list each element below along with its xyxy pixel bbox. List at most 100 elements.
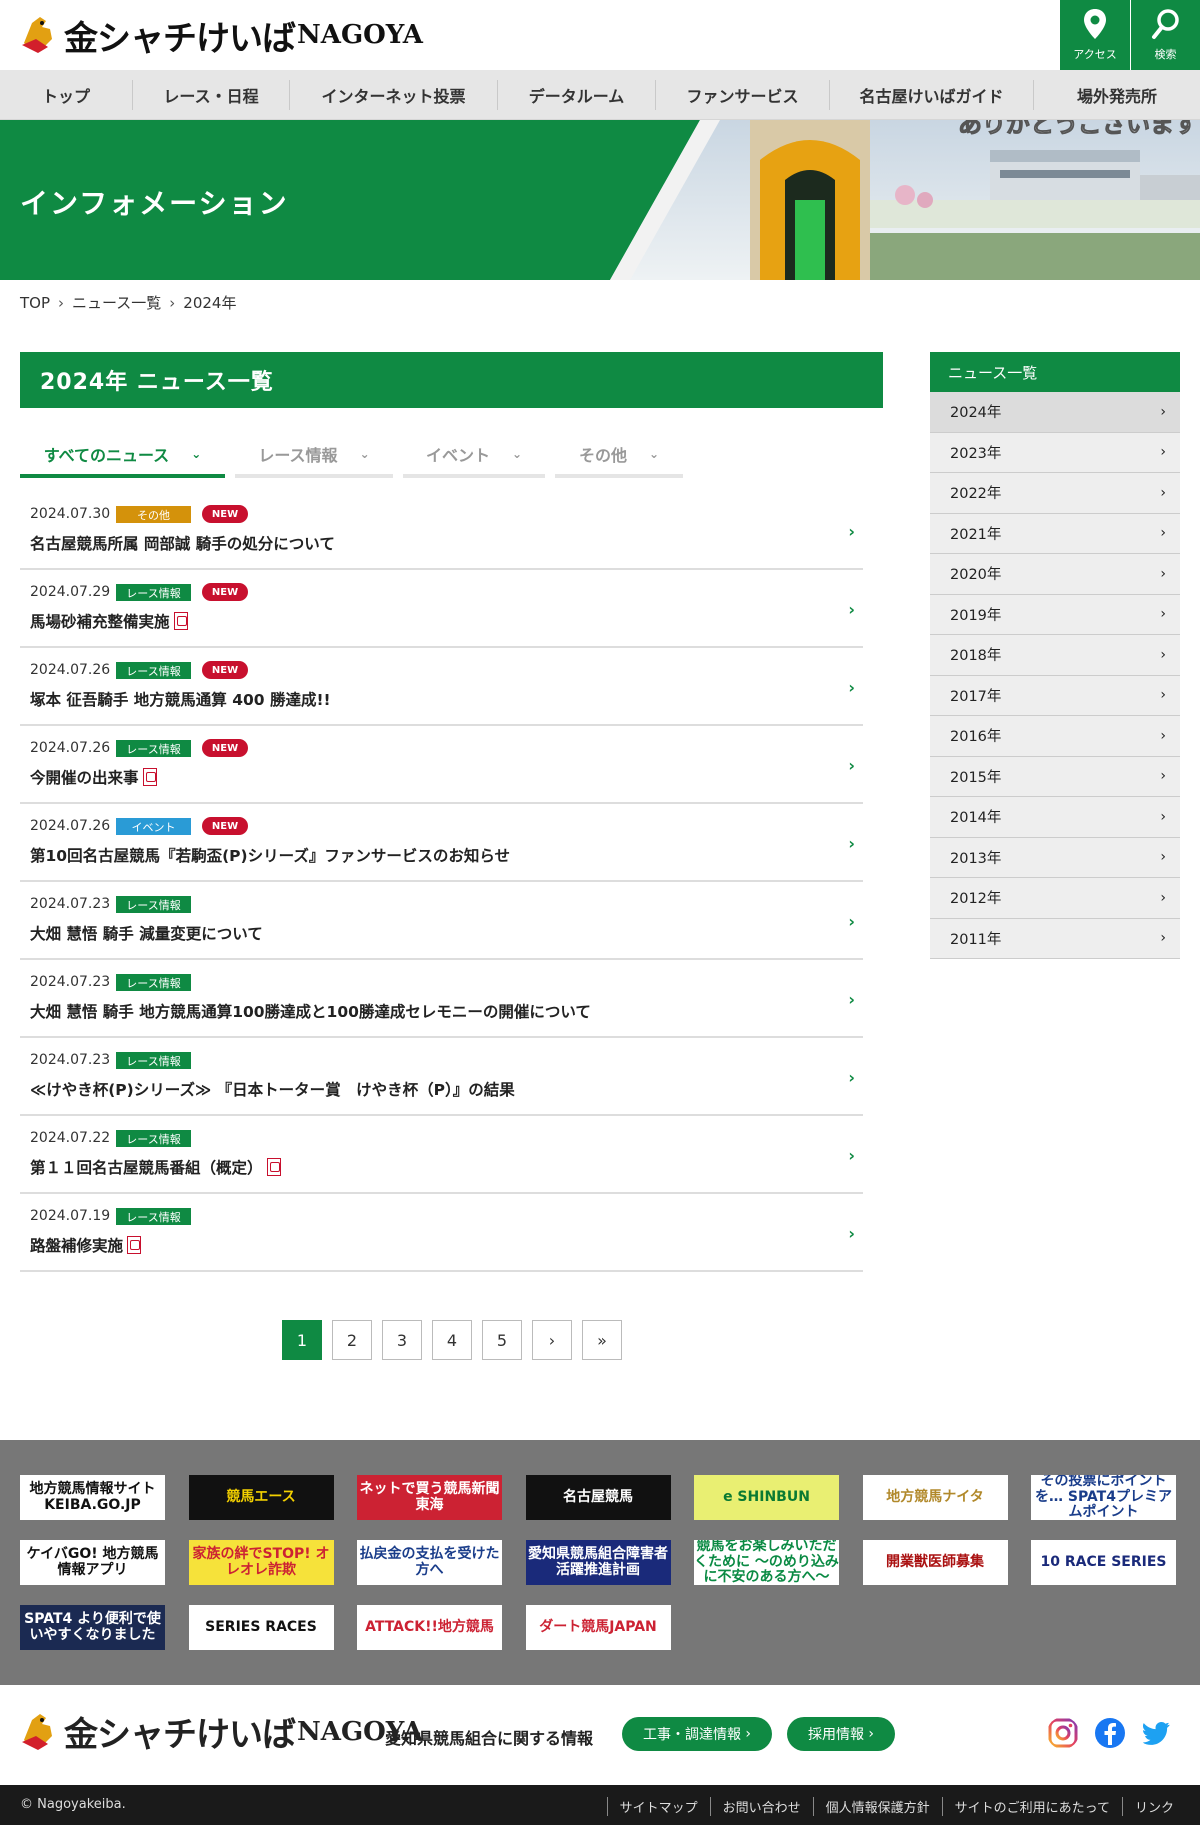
nav-guide[interactable]: 名古屋けいばガイド: [830, 79, 1034, 110]
banner-link[interactable]: 愛知県競馬組合障害者活躍推進計画: [525, 1540, 671, 1585]
footer-link-terms[interactable]: サイトのご利用にあたって: [941, 1797, 1122, 1816]
footer-link-privacy[interactable]: 個人情報保護方針: [812, 1797, 942, 1816]
last-page-button[interactable]: »: [582, 1320, 622, 1360]
year-label: 2018年: [950, 648, 1002, 665]
year-label: 2023年: [950, 445, 1002, 462]
search-button[interactable]: 検索: [1131, 0, 1200, 70]
pagination: 1 2 3 4 5 ›»: [282, 1320, 632, 1360]
news-item[interactable]: 2024.07.26 レース情報 NEW 塚本 征吾騎手 地方競馬通算 400 勝達成…: [20, 648, 863, 726]
nav-data-room[interactable]: データルーム: [498, 79, 656, 110]
banner-link[interactable]: ダート競馬JAPAN: [525, 1605, 671, 1650]
sidebar-year-item[interactable]: 2018年 ›: [930, 635, 1180, 676]
footer-link-sitemap[interactable]: サイトマップ: [606, 1797, 710, 1816]
banner-link[interactable]: 競馬をお楽しみいただくために ～のめり込みに不安のある方へ～: [694, 1540, 839, 1585]
sidebar-year-item[interactable]: 2016年 ›: [930, 716, 1180, 757]
sidebar-year-item[interactable]: 2011年 ›: [930, 918, 1180, 959]
news-date: 2024.07.23: [30, 1052, 111, 1068]
year-label: 2017年: [950, 688, 1002, 705]
instagram-icon[interactable]: [1047, 1717, 1079, 1749]
nav-top[interactable]: トップ: [0, 79, 133, 110]
news-item[interactable]: 2024.07.23 レース情報 大畑 慧悟 騎手 減量変更について ›: [20, 882, 863, 960]
news-date: 2024.07.23: [30, 974, 111, 990]
year-label: 2012年: [950, 891, 1002, 908]
banner-link[interactable]: その投票にポイントを… SPAT4プレミアムポイント: [1031, 1475, 1176, 1520]
banner-link[interactable]: 開業獣医師募集: [862, 1540, 1008, 1585]
news-title: 馬場砂補充整備実施: [30, 610, 188, 632]
new-badge: NEW: [202, 583, 248, 601]
hero-banner-text: ありがとうございます: [958, 120, 1198, 138]
banner-link[interactable]: 地方競馬情報サイト KEIBA.GO.JP: [20, 1475, 165, 1520]
sidebar-year-item[interactable]: 2013年 ›: [930, 837, 1180, 878]
logo-en: NAGOYA: [297, 20, 423, 50]
tab-race-info[interactable]: レース情報 ⌄: [235, 434, 393, 478]
nav-race-schedule[interactable]: レース・日程: [133, 79, 290, 110]
sidebar-year-item[interactable]: 2020年 ›: [930, 554, 1180, 595]
procurement-button[interactable]: 工事・調達情報 ›: [622, 1717, 772, 1751]
chevron-right-icon: ›: [1160, 565, 1166, 582]
banner-link[interactable]: SPAT4 より便利で使いやすくなりました: [20, 1605, 165, 1650]
sidebar-year-item[interactable]: 2022年 ›: [930, 473, 1180, 514]
sidebar-year-item[interactable]: 2015年 ›: [930, 756, 1180, 797]
tab-all-news[interactable]: すべてのニュース ⌄: [20, 434, 225, 478]
global-nav: トップ レース・日程 インターネット投票 データルーム ファンサービス 名古屋け…: [0, 70, 1200, 120]
sidebar-year-item[interactable]: 2024年 ›: [930, 392, 1180, 433]
breadcrumb-news[interactable]: ニュース一覧: [72, 292, 161, 313]
banner-link[interactable]: ATTACK!!地方競馬: [357, 1605, 502, 1650]
sidebar-year-item[interactable]: 2017年 ›: [930, 675, 1180, 716]
banner-link[interactable]: e SHINBUN: [694, 1475, 839, 1520]
banner-link[interactable]: SERIES RACES: [188, 1605, 334, 1650]
facebook-icon[interactable]: [1094, 1717, 1126, 1749]
news-item[interactable]: 2024.07.23 レース情報 大畑 慧悟 騎手 地方競馬通算100勝達成と100…: [20, 960, 863, 1038]
footer-logo[interactable]: 金シャチけいば NAGOYA: [18, 1707, 423, 1756]
news-item[interactable]: 2024.07.23 レース情報 ≪けやき杯(P)シリーズ≫ 『日本トーター賞 けや…: [20, 1038, 863, 1116]
chevron-right-icon: ›: [1160, 768, 1166, 785]
sidebar-year-item[interactable]: 2019年 ›: [930, 594, 1180, 635]
chevron-right-icon: ›: [1160, 646, 1166, 663]
news-item[interactable]: 2024.07.30 その他 NEW 名古屋競馬所属 岡部誠 騎手の処分について ›: [20, 492, 863, 570]
news-item[interactable]: 2024.07.26 イベント NEW 第10回名古屋競馬『若駒盃(P)シリーズ』ファ…: [20, 804, 863, 882]
banner-link[interactable]: ネットで買う競馬新聞 東海: [357, 1475, 502, 1520]
breadcrumb-top[interactable]: TOP: [20, 294, 50, 312]
page-button[interactable]: 1: [282, 1320, 322, 1360]
sidebar-year-item[interactable]: 2021年 ›: [930, 513, 1180, 554]
news-item[interactable]: 2024.07.22 レース情報 第１１回名古屋競馬番組（概定） ›: [20, 1116, 863, 1194]
sidebar-year-item[interactable]: 2023年 ›: [930, 432, 1180, 473]
chevron-right-icon: ›: [745, 1726, 752, 1742]
next-page-button[interactable]: ›: [532, 1320, 572, 1360]
category-badge: レース情報: [116, 1052, 191, 1069]
news-item[interactable]: 2024.07.29 レース情報 NEW 馬場砂補充整備実施 ›: [20, 570, 863, 648]
tab-other[interactable]: その他 ⌄: [555, 434, 683, 478]
chevron-right-icon: ›: [848, 522, 855, 541]
sidebar-year-item[interactable]: 2012年 ›: [930, 878, 1180, 919]
tab-event[interactable]: イベント ⌄: [403, 434, 545, 478]
banner-link[interactable]: ケイバGO! 地方競馬情報アプリ: [20, 1540, 165, 1585]
footer-link-contact[interactable]: お問い合わせ: [709, 1797, 813, 1816]
banner-link[interactable]: 払戻金の支払を受けた方へ: [357, 1540, 502, 1585]
category-badge: レース情報: [116, 974, 191, 991]
page-button[interactable]: 3: [382, 1320, 422, 1360]
page-button[interactable]: 2: [332, 1320, 372, 1360]
year-label: 2022年: [950, 486, 1002, 503]
chevron-right-icon: ›: [1160, 808, 1166, 825]
twitter-icon[interactable]: [1140, 1717, 1172, 1749]
sidebar-year-item[interactable]: 2014年 ›: [930, 797, 1180, 838]
page-button[interactable]: 5: [482, 1320, 522, 1360]
footer-links: サイトマップ お問い合わせ 個人情報保護方針 サイトのご利用にあたって リンク: [606, 1797, 1186, 1816]
banner-link[interactable]: 名古屋競馬: [525, 1475, 671, 1520]
recruit-button[interactable]: 採用情報 ›: [787, 1717, 895, 1751]
news-item[interactable]: 2024.07.26 レース情報 NEW 今開催の出来事 ›: [20, 726, 863, 804]
page-button[interactable]: 4: [432, 1320, 472, 1360]
footer-link-links[interactable]: リンク: [1121, 1797, 1186, 1816]
banner-link[interactable]: 10 RACE SERIES: [1031, 1540, 1176, 1585]
year-label: 2011年: [950, 931, 1002, 948]
banner-link[interactable]: 家族の絆でSTOP! オレオレ詐欺: [188, 1540, 334, 1585]
site-logo[interactable]: 金シャチけいば NAGOYA: [18, 8, 423, 62]
news-item[interactable]: 2024.07.19 レース情報 路盤補修実施 ›: [20, 1194, 863, 1272]
nav-off-track[interactable]: 場外発売所: [1034, 80, 1200, 110]
nav-fan-service[interactable]: ファンサービス: [656, 79, 830, 110]
banner-link[interactable]: 競馬エース: [188, 1475, 334, 1520]
access-button[interactable]: アクセス: [1060, 0, 1130, 70]
nav-internet-vote[interactable]: インターネット投票: [290, 79, 498, 110]
banner-link[interactable]: 地方競馬ナイタ: [862, 1475, 1008, 1520]
news-title: 大畑 慧悟 騎手 減量変更について: [30, 922, 263, 944]
